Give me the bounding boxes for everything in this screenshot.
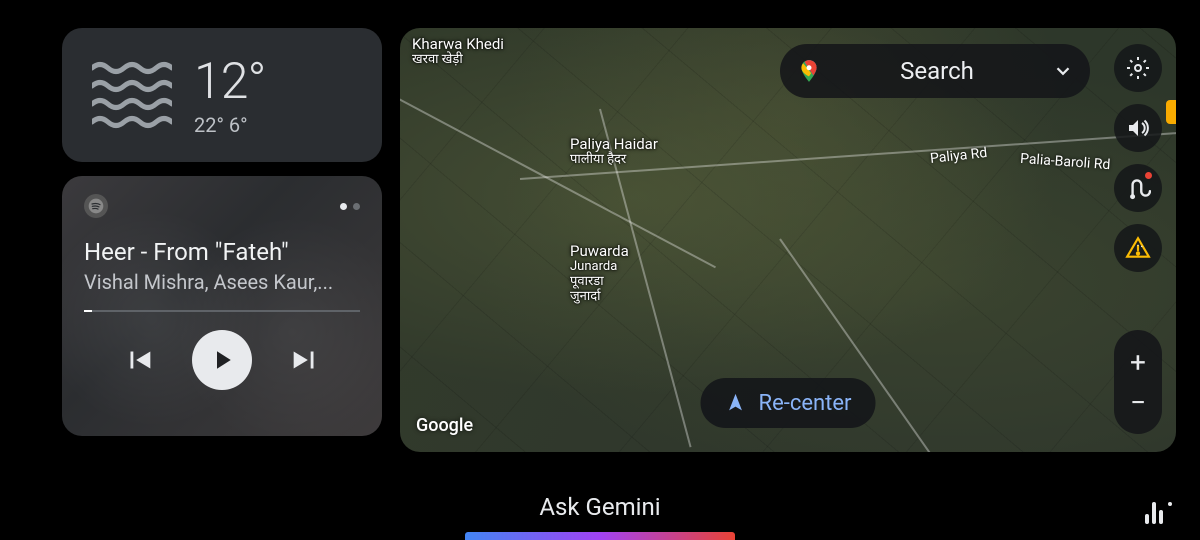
next-track-button[interactable] [288, 343, 322, 377]
google-maps-pin-icon [796, 58, 822, 84]
voice-input-button[interactable] [1145, 502, 1172, 524]
gear-icon [1126, 56, 1150, 80]
map-place-label: Kharwa Khediखरवा खेड़ी [412, 36, 504, 68]
track-title: Heer - From "Fateh" [84, 238, 360, 266]
recenter-button[interactable]: Re-center [701, 378, 876, 428]
temperature-high-low: 22° 6° [194, 113, 265, 137]
previous-track-button[interactable] [122, 343, 156, 377]
chevron-down-icon [1052, 60, 1074, 82]
volume-button[interactable] [1114, 104, 1162, 152]
weather-card[interactable]: 12° 22° 6° [62, 28, 382, 162]
settings-button[interactable] [1114, 44, 1162, 92]
assistant-prompt: Ask Gemini [539, 493, 660, 521]
media-card[interactable]: Heer - From "Fateh" Vishal Mishra, Asees… [62, 176, 382, 436]
fog-icon [92, 60, 172, 130]
current-temperature: 12° [194, 53, 265, 111]
map-road-label: Palia-Baroli Rd [1020, 151, 1111, 173]
zoom-control: + − [1114, 330, 1162, 434]
volume-icon [1126, 116, 1150, 140]
map-view[interactable]: Kharwa Khediखरवा खेड़ी Paliya Haidarपाली… [400, 28, 1176, 452]
google-watermark: Google [416, 415, 473, 436]
assistant-bar[interactable]: Ask Gemini [0, 474, 1200, 540]
page-indicator[interactable] [340, 203, 360, 210]
warning-icon [1125, 235, 1151, 261]
assistant-glow [465, 532, 735, 540]
search-label: Search [836, 57, 1038, 85]
map-place-label: Paliya Haidarपालीया हैदर [570, 136, 658, 168]
navigation-arrow-icon [725, 392, 747, 414]
progress-bar[interactable] [84, 310, 360, 312]
map-search-button[interactable]: Search [780, 44, 1090, 98]
spotify-icon [84, 194, 108, 218]
zoom-in-button[interactable]: + [1114, 342, 1162, 382]
map-place-label: Puwarda Junarda पूवारडा जुनार्दा [570, 243, 629, 305]
report-hazard-button[interactable] [1114, 224, 1162, 272]
route-button[interactable] [1114, 164, 1162, 212]
track-artist: Vishal Mishra, Asees Kaur,... [84, 270, 360, 294]
map-edge-indicator [1166, 100, 1176, 124]
zoom-out-button[interactable]: − [1114, 382, 1162, 422]
play-button[interactable] [192, 330, 252, 390]
